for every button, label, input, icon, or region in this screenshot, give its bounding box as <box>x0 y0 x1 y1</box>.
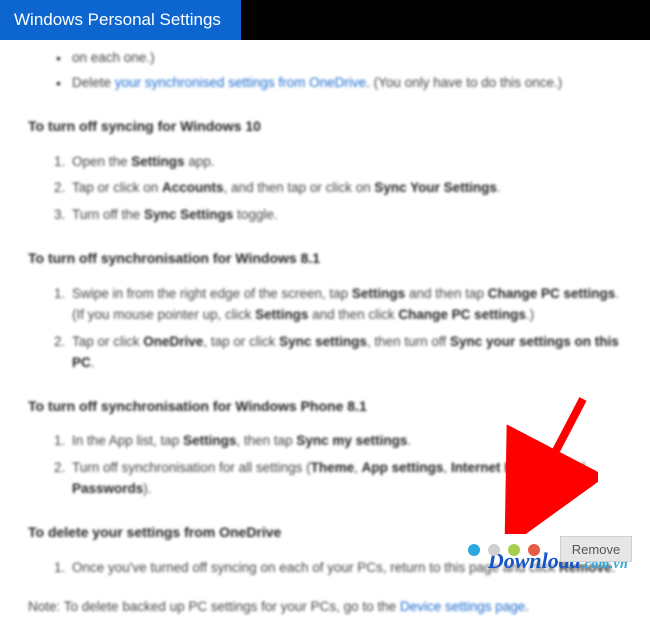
intro-line1: on each one.) <box>28 48 622 69</box>
heading-delete-onedrive: To delete your settings from OneDrive <box>28 522 622 544</box>
heading-win81: To turn off synchronisation for Windows … <box>28 248 622 270</box>
remove-button[interactable]: Remove <box>560 536 632 562</box>
list-item: 3.Turn off the Sync Settings toggle. <box>28 205 622 226</box>
titlebar: Windows Personal Settings <box>0 0 650 40</box>
heading-win10: To turn off syncing for Windows 10 <box>28 116 622 138</box>
intro-delete-item: Delete your synchronised settings from O… <box>28 73 622 94</box>
device-settings-link[interactable]: Device settings page <box>400 599 525 614</box>
list-item: 2.Tap or click OneDrive, tap or click Sy… <box>28 332 622 374</box>
page-title: Windows Personal Settings <box>14 10 221 30</box>
list-item: 1.Open the Settings app. <box>28 152 622 173</box>
note-text: Note: To delete backed up PC settings fo… <box>28 597 622 618</box>
list-item: 1.Swipe in from the right edge of the sc… <box>28 284 622 326</box>
list-item: 1.Once you've turned off syncing on each… <box>28 558 622 579</box>
list-item: 2.Tap or click on Accounts, and then tap… <box>28 178 622 199</box>
list-item: 2.Turn off synchronisation for all setti… <box>28 458 622 500</box>
content-area: on each one.) Delete your synchronised s… <box>0 40 650 618</box>
title-tab: Windows Personal Settings <box>0 0 241 40</box>
heading-wp81: To turn off synchronisation for Windows … <box>28 396 622 418</box>
delete-settings-link[interactable]: your synchronised settings from OneDrive <box>115 75 366 90</box>
list-item: 1.In the App list, tap Settings, then ta… <box>28 431 622 452</box>
